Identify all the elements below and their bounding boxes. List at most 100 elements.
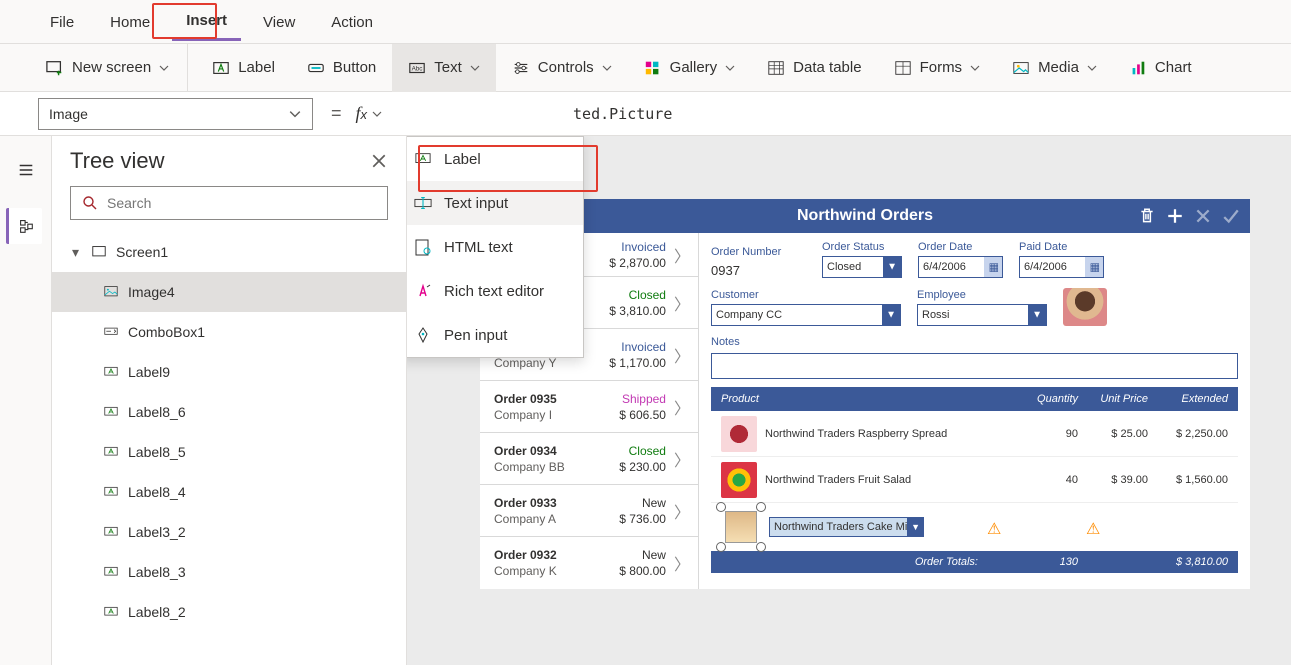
employee-label: Employee [917, 289, 1047, 301]
product-ext: $ 1,560.00 [1148, 474, 1228, 486]
combobox-icon [102, 323, 120, 341]
order-row[interactable]: Order 0934Company BB Closed$ 230.00 〉 [480, 433, 698, 485]
menu-file[interactable]: File [36, 4, 88, 40]
menu-action[interactable]: Action [317, 4, 387, 40]
tree-label: Label3_2 [128, 524, 186, 540]
check-icon[interactable] [1222, 207, 1240, 225]
status-dropdown[interactable]: Closed▼ [822, 256, 902, 278]
tree-label8-3[interactable]: Label8_3 [52, 552, 406, 592]
hamburger-button[interactable] [8, 152, 44, 188]
ordernum-label: Order Number [711, 246, 806, 258]
svg-text:Abc: Abc [412, 65, 423, 72]
property-dropdown[interactable]: Image [38, 98, 313, 130]
chevron-right-icon: 〉 [674, 447, 690, 471]
product-row[interactable]: Northwind Traders Fruit Salad 40 $ 39.00… [711, 457, 1238, 503]
resize-handle[interactable] [716, 502, 726, 512]
tree-label3-2[interactable]: Label3_2 [52, 512, 406, 552]
tree-label8-2[interactable]: Label8_2 [52, 592, 406, 632]
col-product: Product [721, 393, 1018, 405]
text-button[interactable]: Abc Text [392, 44, 496, 92]
equals-sign: = [331, 103, 342, 124]
media-button[interactable]: Media [996, 44, 1113, 92]
menuitem-textinput[interactable]: Text input [407, 181, 583, 225]
product-header: Product Quantity Unit Price Extended [711, 387, 1238, 411]
order-title: Order 0933 [494, 496, 557, 510]
label-button[interactable]: Label [196, 44, 291, 92]
employee-dropdown[interactable]: Rossi▼ [917, 304, 1047, 326]
button-icon [307, 59, 325, 77]
treeview-title: Tree view [70, 148, 165, 174]
menuitem-text: Rich text editor [444, 283, 544, 300]
orderdate-input[interactable]: 6/4/2006▦ [918, 256, 1003, 278]
trash-icon[interactable] [1138, 207, 1156, 225]
chevron-right-icon: 〉 [674, 551, 690, 575]
ribbon-chart-label: Chart [1155, 59, 1192, 76]
chevron-right-icon: 〉 [674, 343, 690, 367]
label-icon [102, 443, 120, 461]
plus-icon[interactable] [1166, 207, 1184, 225]
order-row[interactable]: Order 0935Company I Shipped$ 606.50 〉 [480, 381, 698, 433]
menu-view[interactable]: View [249, 4, 309, 40]
tree-label: Label8_3 [128, 564, 186, 580]
menu-insert[interactable]: Insert [172, 2, 241, 41]
menuitem-richtext[interactable]: Rich text editor [407, 269, 583, 313]
tree-image4[interactable]: Image4 [52, 272, 406, 312]
order-detail: Order Number0937 Order StatusClosed▼ Ord… [698, 233, 1250, 589]
product-row[interactable]: Northwind Traders Raspberry Spread 90 $ … [711, 411, 1238, 457]
gallery-button[interactable]: Gallery [628, 44, 752, 92]
chevron-down-icon [725, 63, 735, 73]
treeview-rail-button[interactable] [6, 208, 42, 244]
tree-label8-6[interactable]: Label8_6 [52, 392, 406, 432]
search-box[interactable] [70, 186, 388, 220]
order-row[interactable]: Order 0933Company A New$ 736.00 〉 [480, 485, 698, 537]
tree-label: Label8_4 [128, 484, 186, 500]
selected-image-control[interactable] [721, 507, 761, 547]
resize-handle[interactable] [716, 542, 726, 552]
label-icon [102, 523, 120, 541]
order-row[interactable]: Order 0932Company K New$ 800.00 〉 [480, 537, 698, 589]
order-status: Invoiced [609, 340, 666, 354]
close-icon[interactable] [370, 152, 388, 170]
menuitem-peninput[interactable]: Pen input [407, 313, 583, 357]
resize-handle[interactable] [756, 542, 766, 552]
button-button[interactable]: Button [291, 44, 392, 92]
order-amount: $ 736.00 [619, 512, 666, 526]
order-company: Company BB [494, 460, 565, 474]
tree-screen1[interactable]: ▾ Screen1 [52, 232, 406, 272]
status-label: Order Status [822, 241, 902, 253]
notes-input[interactable] [711, 353, 1238, 379]
ribbon-text-label: Text [434, 59, 462, 76]
formula-text[interactable]: ted.Picture [573, 105, 672, 123]
chart-button[interactable]: Chart [1113, 44, 1208, 92]
new-screen-button[interactable]: New screen [30, 44, 188, 92]
menuitem-htmltext[interactable]: HTML text [407, 225, 583, 269]
newproduct-dropdown[interactable]: Northwind Traders Cake Mix▼ [769, 517, 924, 537]
tree-label: Image4 [128, 284, 175, 300]
tree-label9[interactable]: Label9 [52, 352, 406, 392]
order-amount: $ 230.00 [619, 460, 666, 474]
customer-dropdown[interactable]: Company CC▼ [711, 304, 901, 326]
tree-label8-5[interactable]: Label8_5 [52, 432, 406, 472]
menuitem-label[interactable]: Label [407, 137, 583, 181]
datatable-button[interactable]: Data table [751, 44, 877, 92]
chevron-down-icon[interactable] [371, 105, 383, 123]
text-icon: Abc [408, 59, 426, 77]
customer-label: Customer [711, 289, 901, 301]
product-thumb [721, 416, 757, 452]
ribbon-button-text: Button [333, 59, 376, 76]
warning-icon: ⚠ [987, 519, 1003, 535]
forms-button[interactable]: Forms [878, 44, 997, 92]
paiddate-input[interactable]: 6/4/2006▦ [1019, 256, 1104, 278]
chevron-right-icon: 〉 [674, 243, 690, 267]
menu-home[interactable]: Home [96, 4, 164, 40]
chevron-right-icon: 〉 [674, 291, 690, 315]
close-icon[interactable] [1194, 207, 1212, 225]
resize-handle[interactable] [756, 502, 766, 512]
tree-label8-4[interactable]: Label8_4 [52, 472, 406, 512]
htmltext-icon [414, 238, 432, 256]
menuitem-text: HTML text [444, 239, 513, 256]
tree-combobox1[interactable]: ComboBox1 [52, 312, 406, 352]
search-input[interactable] [107, 195, 377, 211]
screen-icon [90, 243, 108, 261]
controls-button[interactable]: Controls [496, 44, 628, 92]
